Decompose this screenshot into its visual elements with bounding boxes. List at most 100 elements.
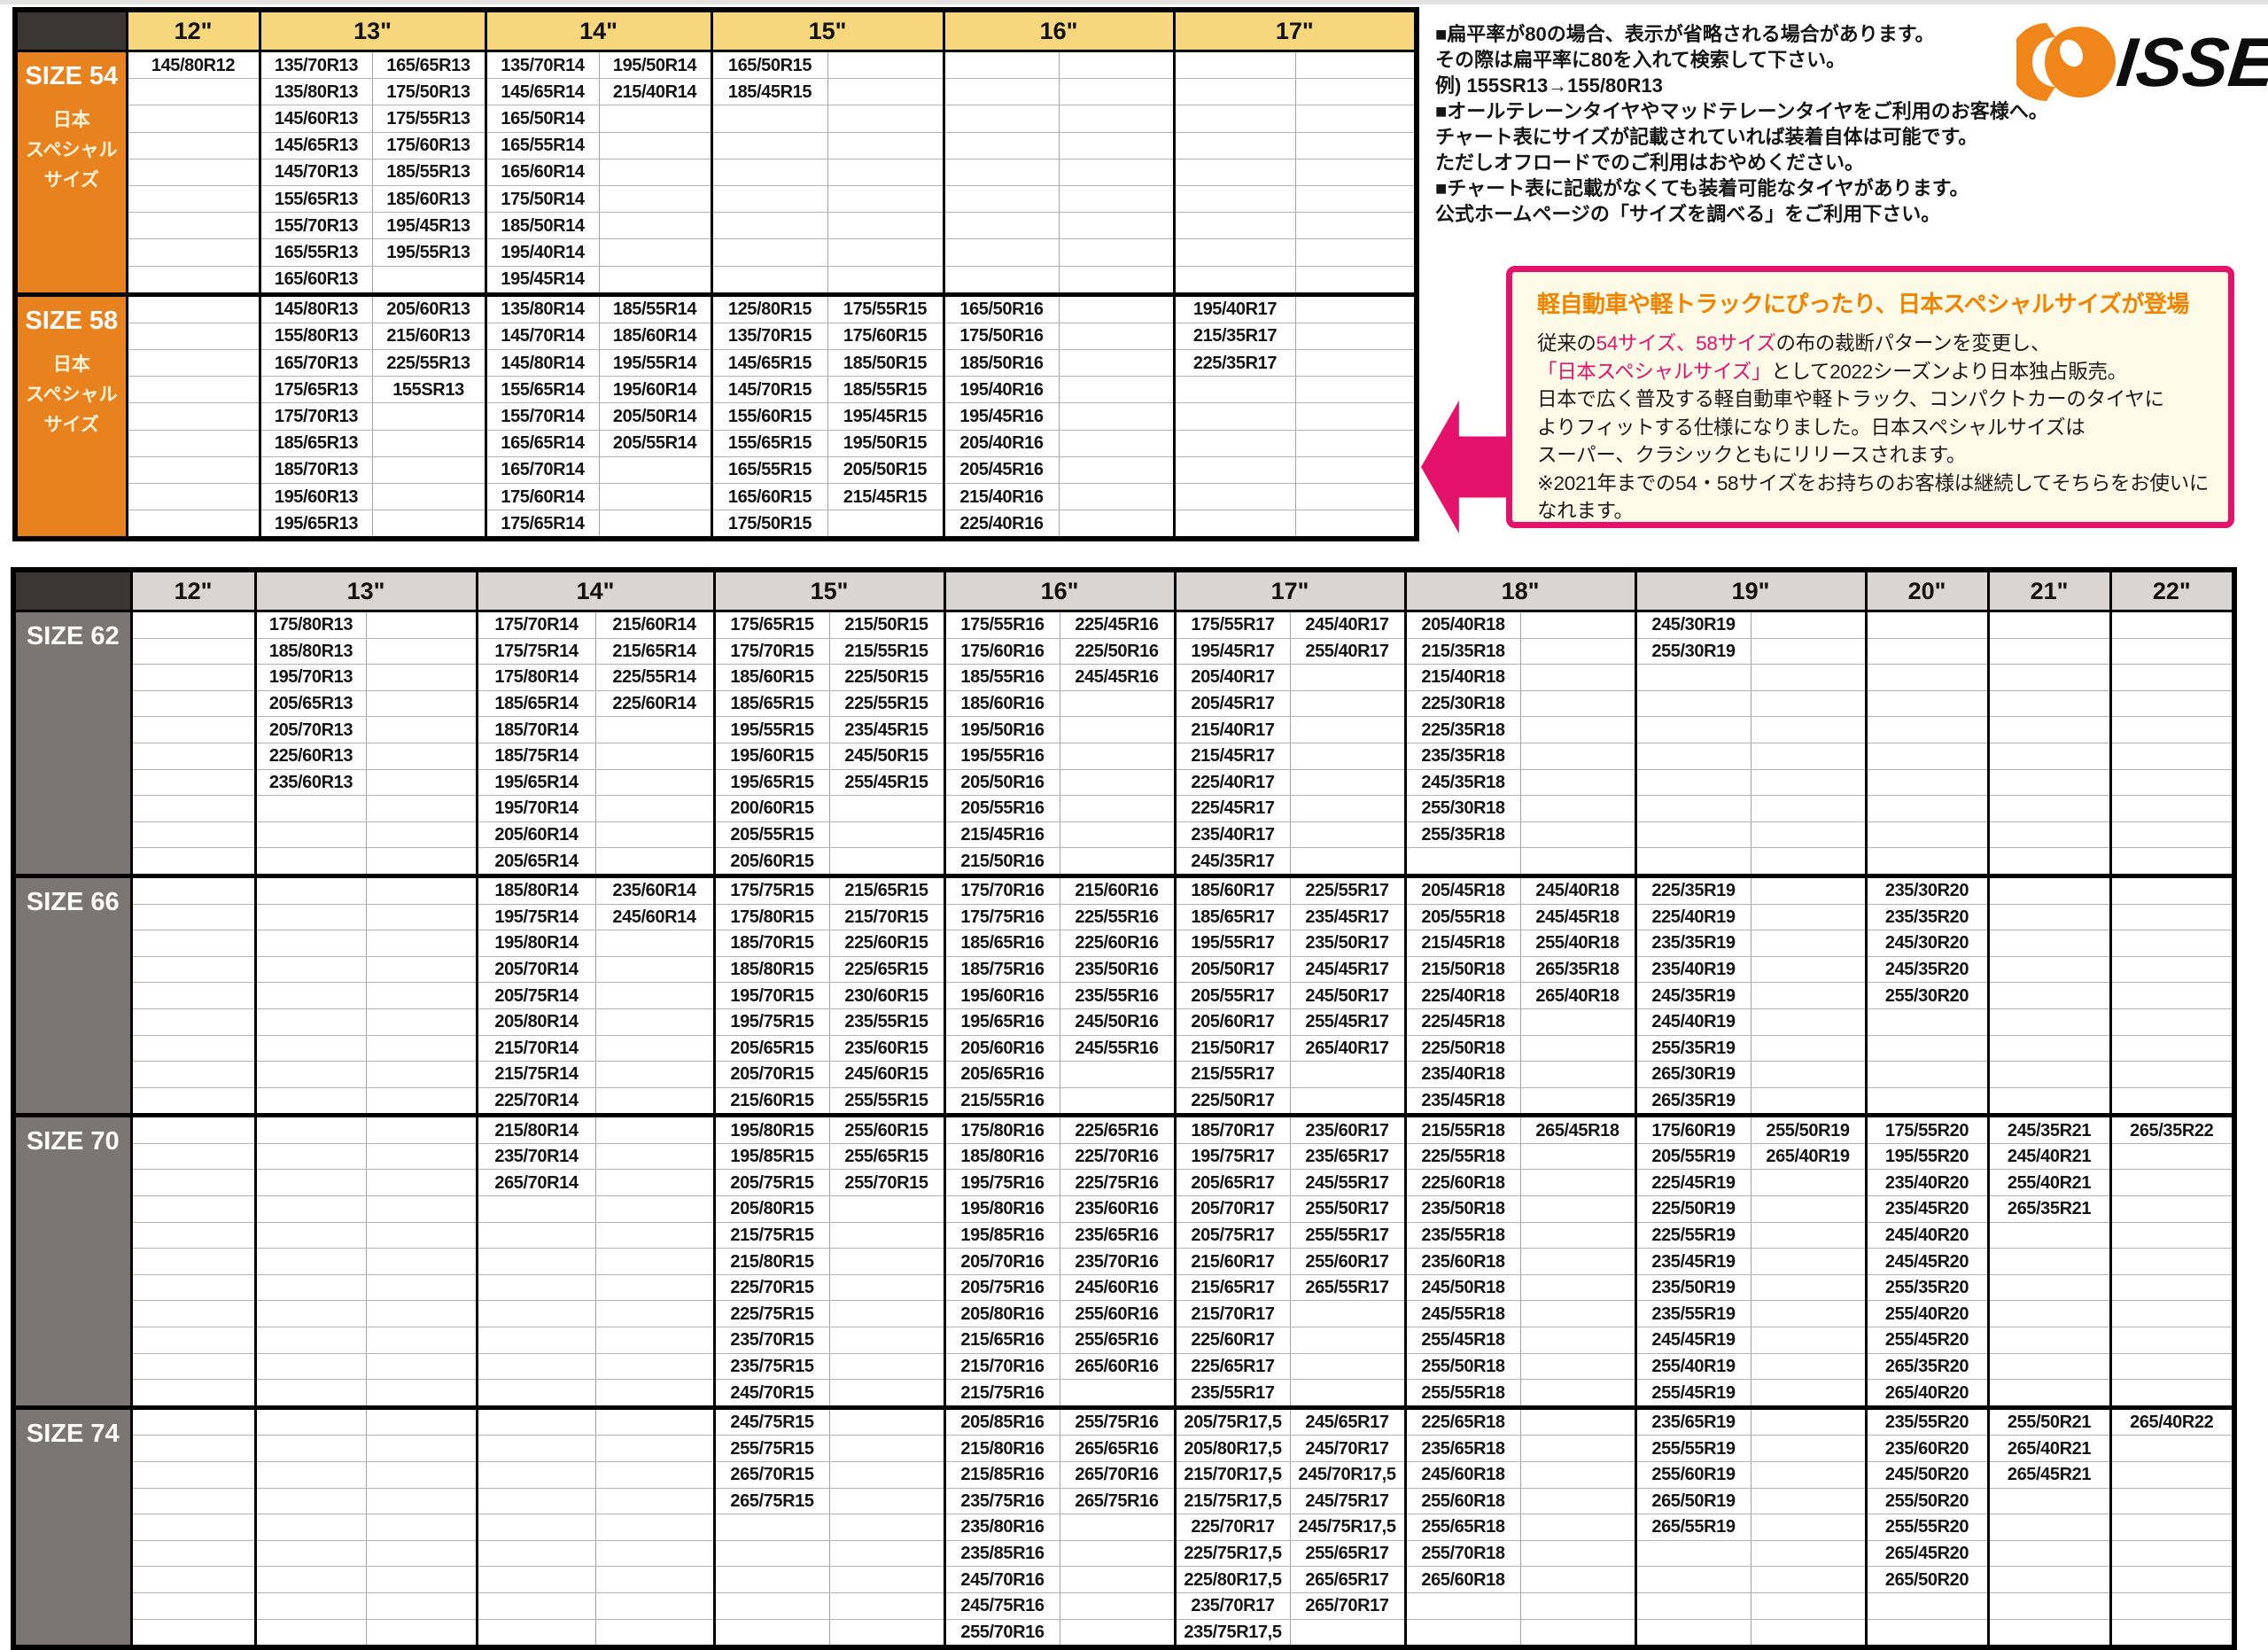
tire-size-cell: 175/80R14 — [477, 665, 595, 691]
tire-size-cell — [827, 51, 944, 79]
tire-size-cell — [1751, 1619, 1866, 1647]
tire-size-cell — [1988, 1567, 2110, 1593]
tire-size-cell: 195/40R14 — [485, 239, 599, 266]
tire-size-cell — [1520, 1462, 1635, 1489]
tire-size-cell — [366, 904, 477, 930]
promo-text: 従来の — [1537, 332, 1596, 354]
tire-size-cell: 195/55R15 — [714, 717, 829, 743]
tire-size-cell: 215/55R16 — [944, 1087, 1060, 1116]
tire-size-cell — [944, 213, 1059, 239]
tire-size-cell: 145/70R13 — [260, 159, 372, 185]
tire-size-cell: 245/40R20 — [1866, 1222, 1988, 1249]
tire-size-cell: 185/65R14 — [477, 690, 595, 717]
tire-size-cell — [829, 1327, 944, 1354]
tire-size-cell: 225/35R18 — [1405, 717, 1520, 743]
tire-size-cell: 235/60R14 — [595, 876, 714, 904]
tire-size-cell — [1060, 796, 1175, 822]
tire-size-cell — [127, 456, 260, 483]
tire-size-cell — [366, 1514, 477, 1541]
tire-size-cell: 265/45R18 — [1520, 1116, 1635, 1144]
tire-size-cell — [1290, 1353, 1405, 1380]
tire-size-cell — [1635, 690, 1751, 717]
tire-size-cell: 185/55R16 — [944, 665, 1060, 691]
tire-size-cell — [1866, 743, 1988, 769]
tire-size-cell: 255/30R19 — [1635, 638, 1751, 665]
tire-size-cell — [1751, 665, 1866, 691]
tire-size-cell — [1751, 1062, 1866, 1088]
tire-size-cell: 215/60R13 — [372, 323, 485, 349]
tire-size-cell — [829, 796, 944, 822]
tire-size-cell — [2110, 1222, 2234, 1249]
tire-size-cell: 155/70R13 — [260, 213, 372, 239]
tire-size-cell: 175/60R13 — [372, 132, 485, 159]
tire-size-cell: 185/80R16 — [944, 1143, 1060, 1170]
tire-size-cell — [944, 159, 1059, 185]
rim-diameter-header: 16" — [944, 10, 1174, 51]
tire-size-cell — [1290, 796, 1405, 822]
size-section-title: SIZE 54 — [19, 63, 125, 91]
tire-size-cell — [255, 1087, 366, 1116]
tire-size-cell — [1405, 1619, 1520, 1647]
tire-size-cell — [366, 1488, 477, 1514]
rim-diameter-header: 18" — [1405, 570, 1635, 611]
tire-size-cell: 255/40R19 — [1635, 1353, 1751, 1380]
tire-size-cell: 155/60R15 — [711, 403, 827, 430]
size-section-label: SIZE 66 — [13, 876, 131, 1115]
tire-size-cell — [829, 1619, 944, 1647]
tire-size-cell — [2110, 821, 2234, 848]
tire-size-cell — [1059, 350, 1174, 377]
tire-size-cell — [131, 796, 255, 822]
tire-size-cell: 265/35R21 — [1988, 1196, 2110, 1223]
tire-size-cell — [1751, 1407, 1866, 1436]
tire-size-cell — [1060, 1619, 1175, 1647]
tire-size-cell: 265/40R20 — [1866, 1380, 1988, 1408]
tire-size-cell — [1520, 1407, 1635, 1436]
tire-size-cell: 225/65R18 — [1405, 1407, 1520, 1436]
tire-size-cell: 225/55R18 — [1405, 1143, 1520, 1170]
tire-size-cell: 175/55R16 — [944, 611, 1060, 639]
rim-diameter-header: 14" — [485, 10, 711, 51]
tire-size-cell — [366, 611, 477, 639]
tire-size-cell — [127, 266, 260, 294]
tire-size-cell — [1988, 1062, 2110, 1088]
tire-size-cell — [829, 1540, 944, 1567]
tire-size-cell: 205/45R17 — [1175, 690, 1290, 717]
tire-size-cell: 135/80R14 — [485, 294, 599, 323]
top-size-chart: 12"13"14"15"16"17"SIZE 54日本スペシャルサイズ145/8… — [12, 7, 1419, 541]
tire-size-cell — [1866, 1592, 1988, 1619]
tire-size-cell: 235/75R16 — [944, 1488, 1060, 1514]
tire-size-cell — [827, 159, 944, 185]
tire-size-cell — [2110, 1301, 2234, 1327]
tire-size-cell: 205/55R18 — [1405, 904, 1520, 930]
tire-size-cell: 205/75R14 — [477, 983, 595, 1009]
tire-size-cell — [1059, 132, 1174, 159]
tire-size-cell: 255/60R16 — [1060, 1301, 1175, 1327]
chart-corner-cell — [13, 570, 131, 611]
tire-size-cell — [827, 105, 944, 132]
tire-size-cell — [366, 1592, 477, 1619]
tire-size-cell — [255, 1301, 366, 1327]
tire-size-cell: 195/45R14 — [485, 266, 599, 294]
tire-size-cell — [1988, 1222, 2110, 1249]
tire-size-cell — [1174, 239, 1295, 266]
tire-size-cell: 235/70R14 — [477, 1143, 595, 1170]
tire-size-cell — [255, 1327, 366, 1354]
tire-size-cell — [2110, 876, 2234, 904]
tire-size-cell — [1520, 717, 1635, 743]
tire-size-cell: 175/75R14 — [477, 638, 595, 665]
left-arrow-icon — [1421, 401, 1511, 533]
tire-size-cell — [1988, 665, 2110, 691]
tire-size-cell — [1059, 105, 1174, 132]
tire-size-cell: 235/60R20 — [1866, 1436, 1988, 1462]
tire-size-cell — [1520, 1196, 1635, 1223]
promo-line: なれます。 — [1537, 497, 2205, 525]
tire-size-cell: 215/45R17 — [1175, 743, 1290, 769]
tire-size-cell: 255/40R20 — [1866, 1301, 1988, 1327]
tire-size-cell — [1295, 185, 1417, 212]
promo-line: 日本で広く普及する軽自動車や軽トラック、コンパクトカーのタイヤに — [1537, 385, 2205, 414]
tire-size-cell: 235/75R17,5 — [1175, 1619, 1290, 1647]
tire-size-cell — [2110, 930, 2234, 957]
tire-size-cell — [1290, 1380, 1405, 1408]
tire-size-cell — [1751, 956, 1866, 983]
tire-size-cell — [944, 105, 1059, 132]
